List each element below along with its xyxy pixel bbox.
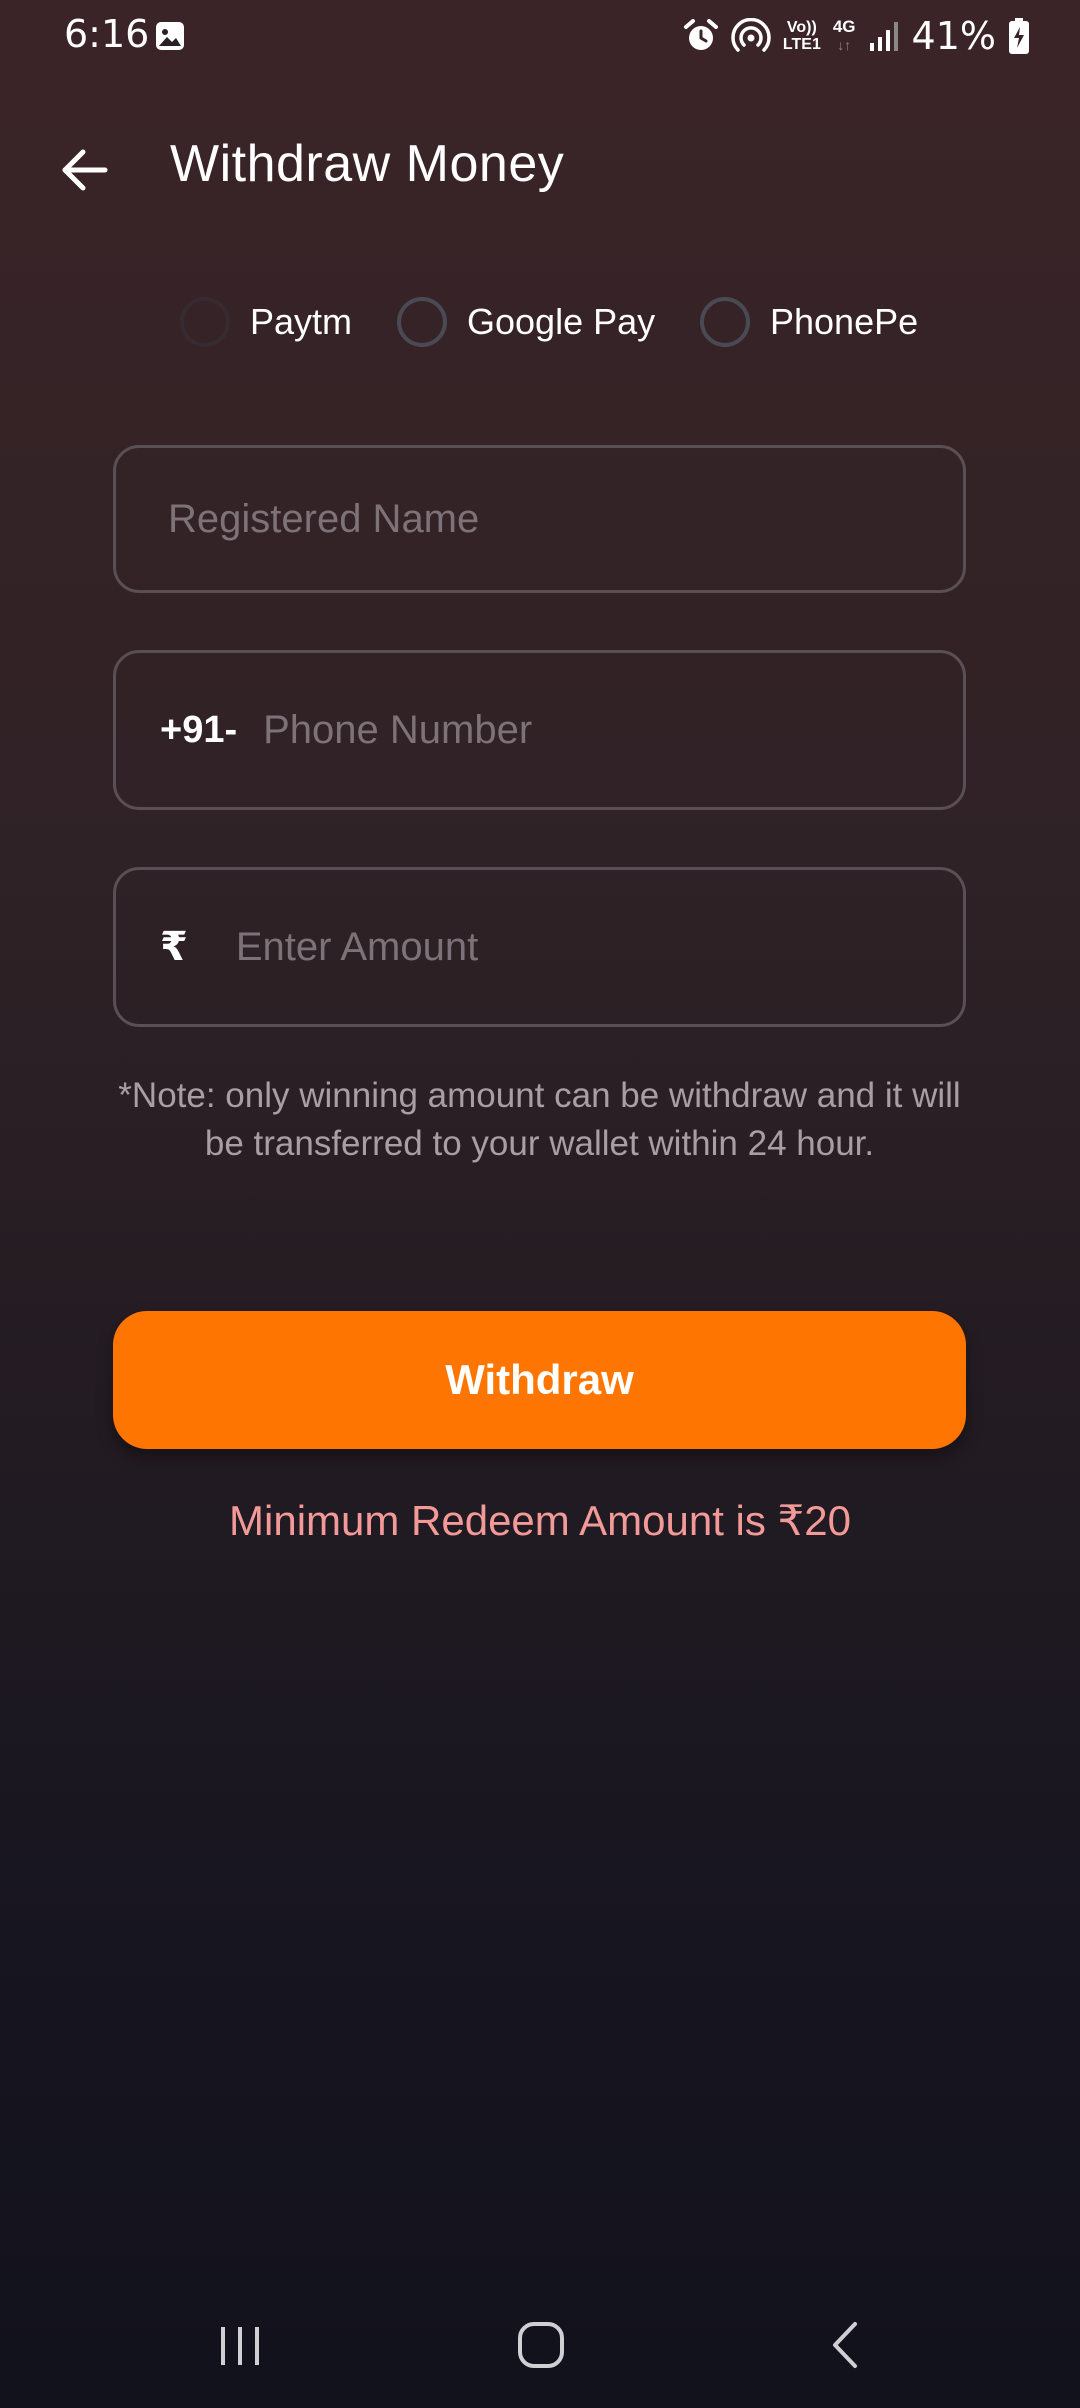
radio-phonepe[interactable]: PhonePe — [700, 290, 918, 354]
radio-button-phonepe[interactable] — [700, 297, 750, 347]
payment-method-group: Paytm Google Pay PhonePe — [0, 290, 1080, 354]
signal-icon — [869, 22, 898, 51]
home-button[interactable] — [501, 2310, 581, 2380]
radio-button-paytm[interactable] — [180, 297, 230, 347]
phone-prefix: +91- — [160, 708, 238, 751]
back-button[interactable] — [50, 136, 118, 204]
rupee-icon: ₹ — [160, 924, 188, 970]
phone-number-input[interactable] — [261, 706, 963, 754]
hotspot-icon — [731, 18, 771, 52]
recent-apps-icon — [221, 2327, 259, 2365]
volte-indicator: Vo)) LTE1 — [782, 19, 821, 53]
status-time: 6:16 — [64, 12, 150, 56]
amount-input[interactable] — [233, 923, 963, 971]
minimum-redeem-note: Minimum Redeem Amount is ₹20 — [229, 1497, 851, 1544]
network-type: 4G ↓↑ — [832, 17, 856, 54]
recent-apps-button[interactable] — [200, 2310, 280, 2380]
registered-name-input[interactable] — [166, 495, 963, 543]
system-nav-bar — [0, 2290, 1080, 2400]
status-bar: 6:16 Vo)) LTE1 4G ↓↑ 41% — [0, 0, 1080, 72]
battery-percent: 41% — [911, 14, 996, 58]
back-icon — [833, 2322, 857, 2368]
withdraw-button[interactable]: Withdraw — [113, 1311, 966, 1449]
alarm-icon — [683, 19, 718, 50]
withdraw-note: *Note: only winning amount can be withdr… — [118, 1076, 961, 1163]
radio-paytm[interactable]: Paytm — [180, 290, 352, 354]
radio-label-paytm: Paytm — [250, 301, 353, 342]
amount-field[interactable]: ₹ — [113, 867, 966, 1027]
status-icons: Vo)) LTE1 4G ↓↑ 41% — [683, 14, 1030, 58]
radio-google-pay[interactable]: Google Pay — [397, 290, 655, 354]
registered-name-field[interactable] — [113, 445, 966, 593]
radio-button-google-pay[interactable] — [397, 297, 447, 347]
radio-label-phonepe: PhonePe — [770, 301, 919, 342]
battery-charging-icon — [1009, 18, 1029, 54]
arrow-left-icon — [62, 149, 108, 191]
home-icon — [518, 2322, 564, 2368]
radio-label-google-pay: Google Pay — [467, 301, 656, 342]
phone-number-field[interactable]: +91- — [113, 650, 966, 810]
app-header: Withdraw Money — [0, 120, 1080, 216]
gallery-icon — [156, 22, 184, 50]
page-title: Withdraw Money — [170, 135, 565, 193]
system-back-button[interactable] — [805, 2310, 885, 2380]
